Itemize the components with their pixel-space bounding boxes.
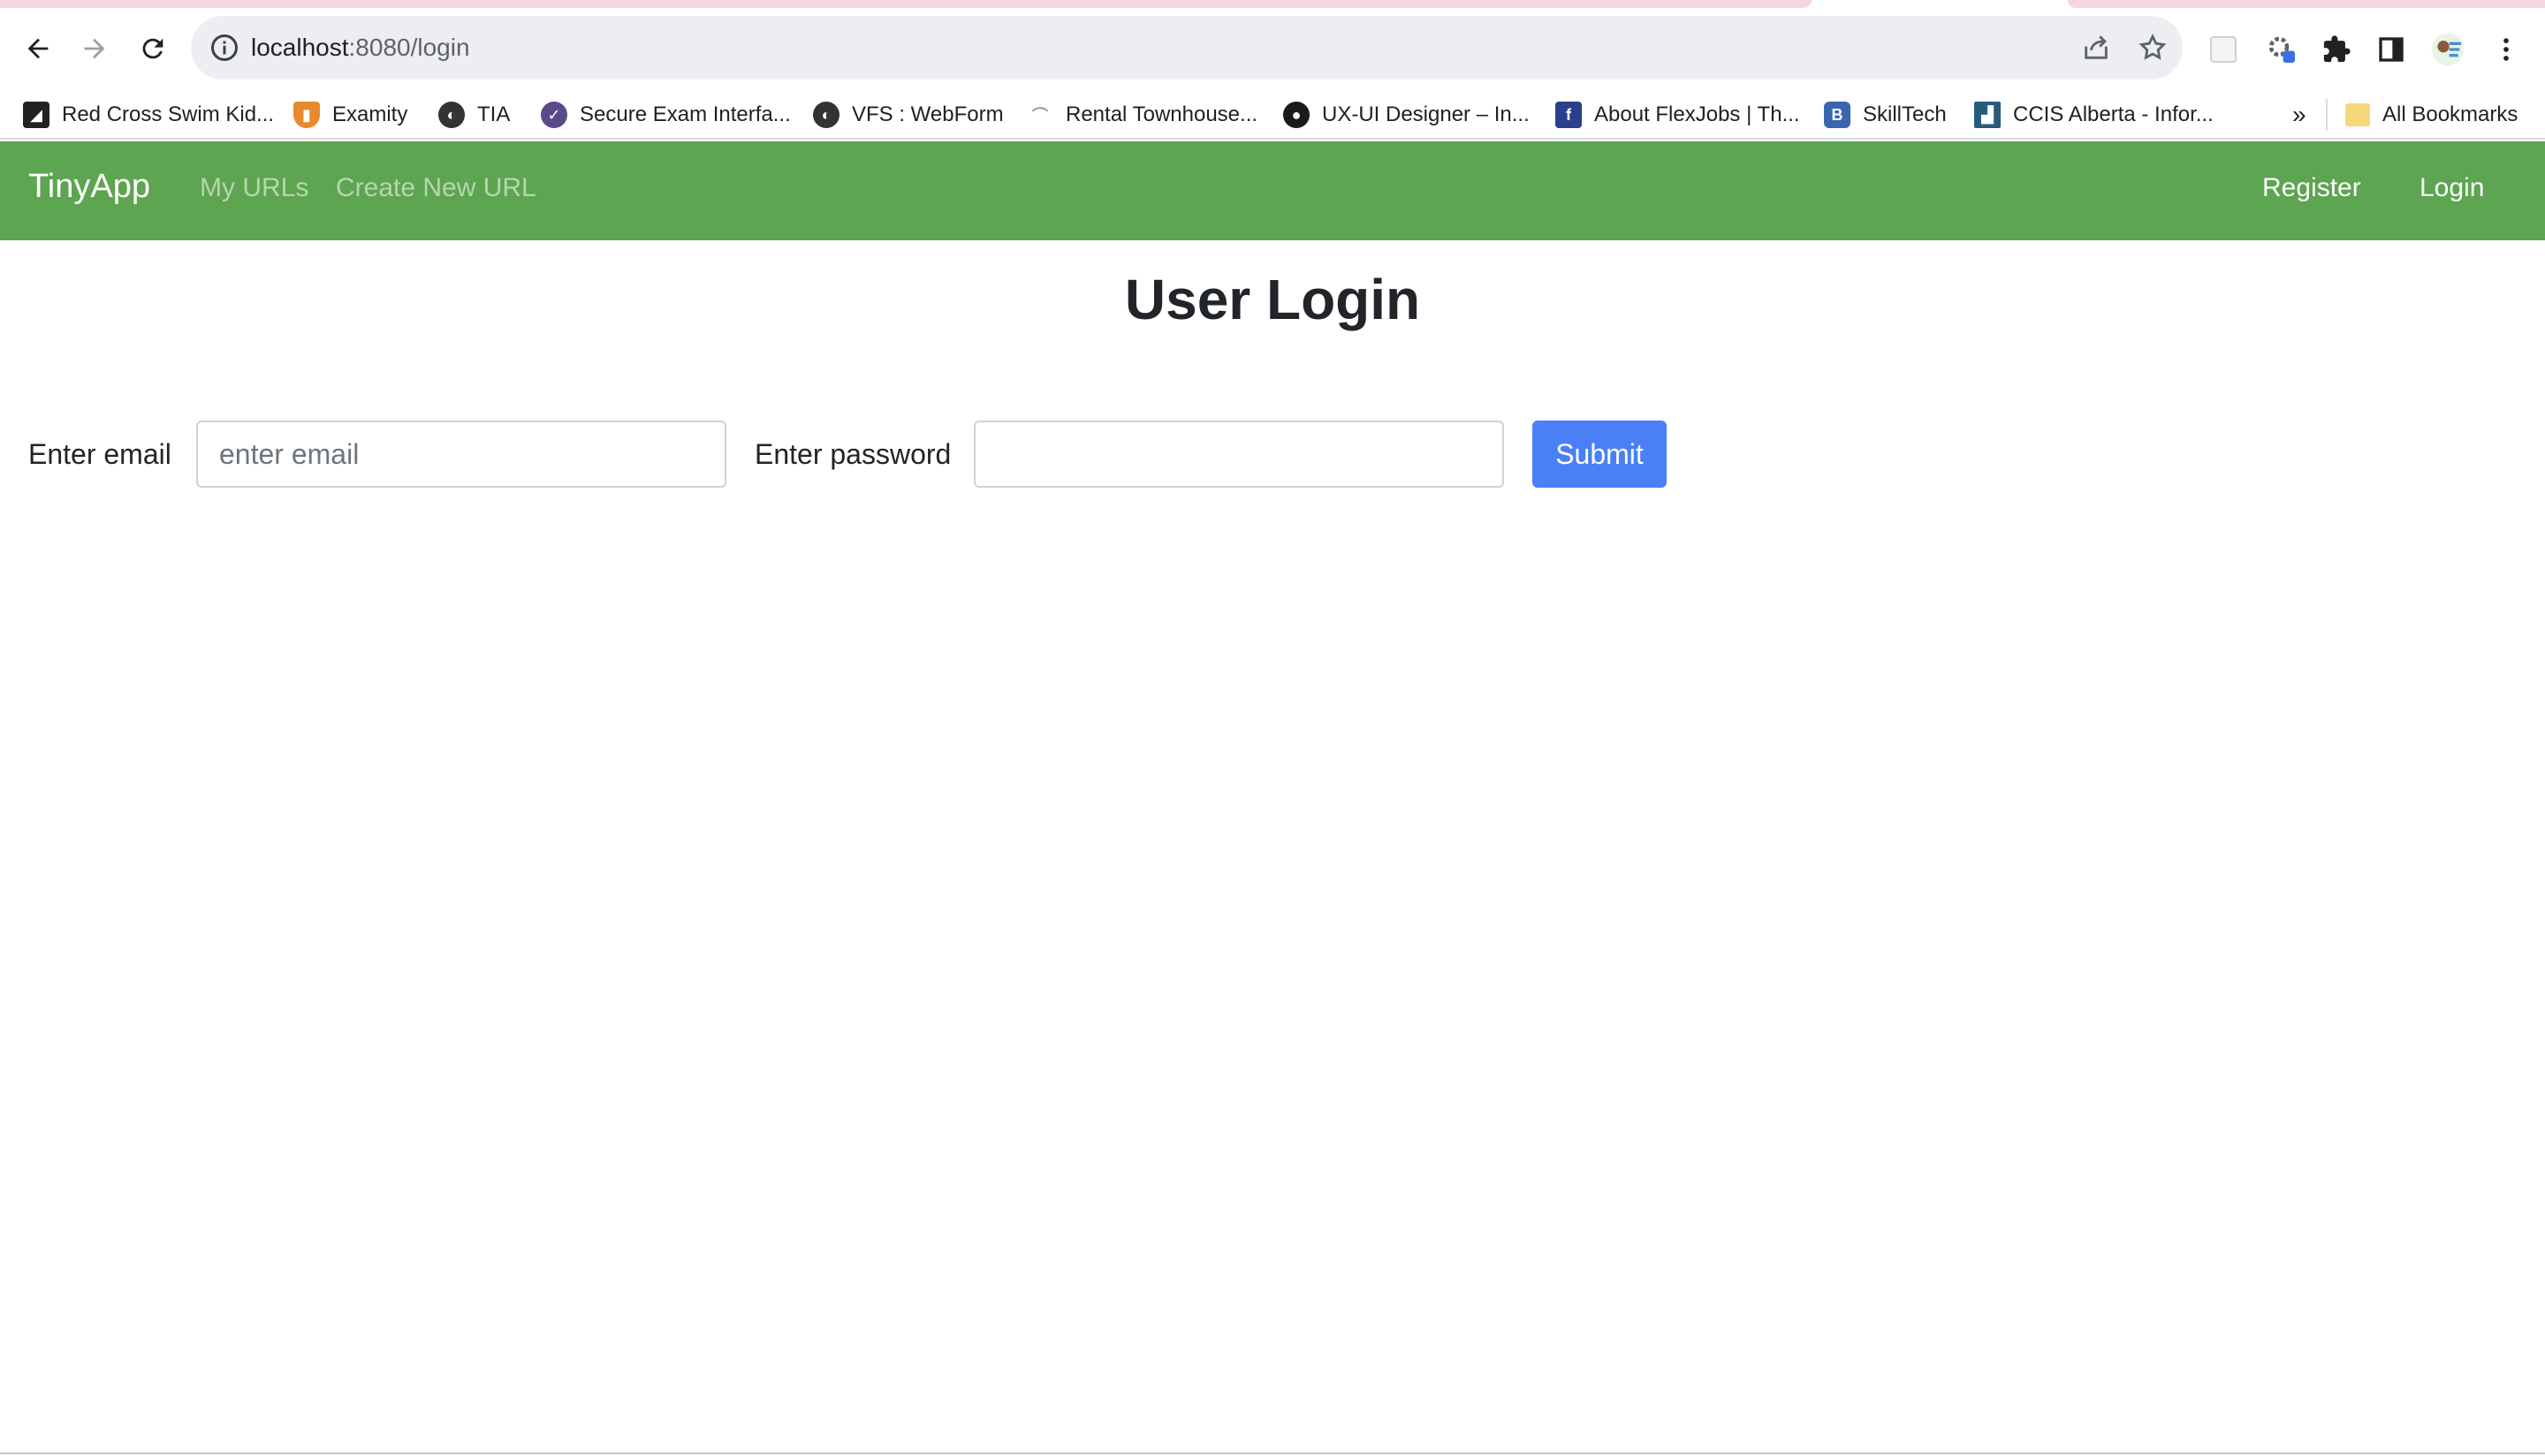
- overflow-chevron-icon: »: [2292, 101, 2306, 128]
- password-field[interactable]: [974, 421, 1504, 488]
- app-navbar: TinyApp My URLs Create New URL Register …: [0, 141, 2545, 240]
- all-bookmarks-button[interactable]: All Bookmarks: [2345, 95, 2518, 134]
- tab-strip: [0, 0, 2545, 9]
- back-arrow-icon: [27, 38, 49, 59]
- brand-link[interactable]: TinyApp: [28, 168, 150, 206]
- bookmark-label: Rental Townhouse...: [1066, 102, 1258, 126]
- bookmark-star-icon[interactable]: [2135, 30, 2170, 65]
- nav-link-create-new-url[interactable]: Create New URL: [336, 173, 536, 203]
- site-info-icon[interactable]: [209, 32, 240, 64]
- nav-link-my-urls[interactable]: My URLs: [200, 173, 308, 203]
- forward-arrow-icon: [84, 38, 105, 59]
- extension-placeholder-icon[interactable]: [2204, 30, 2243, 69]
- bookmark-label: CCIS Alberta - Infor...: [2013, 102, 2214, 126]
- forward-button[interactable]: [71, 25, 118, 72]
- side-panel-icon[interactable]: [2372, 30, 2411, 69]
- bookmark-item[interactable]: ✓ Secure Exam Interfa...: [541, 95, 791, 134]
- page-title: User Login: [1124, 268, 1421, 331]
- flexjobs-icon: f: [1555, 102, 1582, 128]
- bookmark-label: UX-UI Designer – In...: [1322, 102, 1530, 126]
- bookmark-label: TIA: [477, 102, 511, 126]
- submit-button[interactable]: Submit: [1532, 421, 1667, 488]
- ux-ui-icon: ●: [1283, 102, 1310, 128]
- bookmark-label: Red Cross Swim Kid...: [62, 102, 275, 126]
- nav-link-register[interactable]: Register: [2262, 173, 2361, 203]
- inactive-tab-edge: [2068, 0, 2545, 8]
- extension-gear-icon[interactable]: [2262, 30, 2301, 69]
- folder-icon: [2345, 103, 2370, 126]
- ccis-icon: ▟: [1974, 102, 2001, 128]
- bookmark-item[interactable]: ◢ Red Cross Swim Kid...: [23, 95, 274, 134]
- window-bottom-border: [0, 1452, 2545, 1454]
- secure-exam-icon: ✓: [541, 102, 567, 128]
- bookmark-item[interactable]: f About FlexJobs | Th...: [1555, 95, 1800, 134]
- bookmark-label: SkillTech: [1863, 102, 1947, 126]
- url-host: localhost: [251, 34, 349, 61]
- nav-link-login[interactable]: Login: [2420, 173, 2484, 203]
- bookmark-item[interactable]: B SkillTech: [1824, 95, 1947, 134]
- all-bookmarks-label: All Bookmarks: [2382, 102, 2518, 126]
- bookmark-item[interactable]: ● UX-UI Designer – In...: [1283, 95, 1530, 134]
- email-label: Enter email: [28, 438, 171, 470]
- browser-toolbar: localhost:8080/login: [0, 9, 2545, 90]
- extensions-puzzle-icon[interactable]: [2317, 30, 2356, 69]
- bookmark-label: Secure Exam Interfa...: [580, 102, 791, 126]
- bookmarks-bar: ◢ Red Cross Swim Kid... ▮ Examity ◐ TIA …: [0, 90, 2545, 140]
- bookmarks-overflow-button[interactable]: »: [2292, 95, 2306, 134]
- reload-icon: [142, 38, 163, 59]
- bookmark-item[interactable]: ◐ VFS : WebForm: [813, 95, 1004, 134]
- url-path: :8080/login: [348, 34, 470, 61]
- active-tab-edge: [0, 0, 1812, 8]
- bookmark-label: Examity: [332, 102, 408, 126]
- password-label: Enter password: [755, 438, 952, 470]
- globe-icon: ◐: [813, 102, 839, 128]
- back-button[interactable]: [14, 25, 62, 72]
- red-cross-icon: ◢: [23, 102, 49, 128]
- email-field[interactable]: [196, 421, 726, 488]
- bookmark-item[interactable]: ⌒ Rental Townhouse...: [1027, 95, 1257, 134]
- globe-icon: ◐: [438, 102, 465, 128]
- rental-icon: ⌒: [1032, 107, 1048, 125]
- reload-button[interactable]: [129, 25, 177, 72]
- examity-icon: ▮: [293, 102, 320, 128]
- bookmark-item[interactable]: ▟ CCIS Alberta - Infor...: [1974, 95, 2214, 134]
- url-text: localhost:8080/login: [251, 30, 470, 65]
- bookmark-label: VFS : WebForm: [852, 102, 1004, 126]
- skilltech-icon: B: [1824, 102, 1850, 128]
- bookmark-label: About FlexJobs | Th...: [1594, 102, 1800, 126]
- browser-menu-icon[interactable]: [2487, 30, 2526, 69]
- address-bar[interactable]: localhost:8080/login: [191, 16, 2183, 80]
- share-icon[interactable]: [2078, 30, 2114, 65]
- profile-avatar-icon[interactable]: [2428, 30, 2467, 69]
- bookmark-item[interactable]: ▮ Examity: [293, 95, 407, 134]
- bookmarks-separator: [2326, 99, 2328, 131]
- bookmark-item[interactable]: ◐ TIA: [438, 95, 510, 134]
